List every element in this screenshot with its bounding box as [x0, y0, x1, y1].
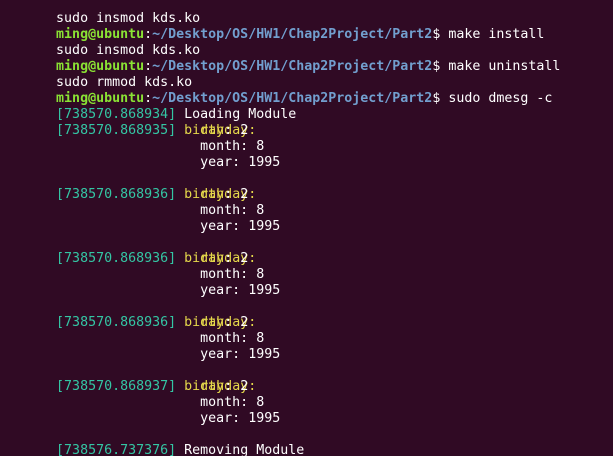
colon: : [224, 123, 233, 138]
field-line: day: 2 [8, 251, 560, 267]
year-value: 1995 [248, 219, 281, 234]
colon: : [240, 267, 249, 282]
field-line: month: 8 [8, 203, 560, 219]
prompt-symbol: $ [432, 91, 441, 106]
log-timestamp: [738570.868934] [56, 107, 177, 122]
month-value: 8 [256, 139, 265, 154]
terminal-line: sudo insmod kds.ko [8, 0, 560, 26]
colon: : [240, 395, 249, 410]
output-text: sudo rmmod kds.ko [56, 75, 193, 90]
prompt-user-host: ming@ubuntu [56, 59, 145, 74]
log-line: [738570.868936] birthday: [8, 235, 560, 266]
colon: : [224, 251, 233, 266]
output-text: sudo insmod kds.ko [56, 43, 201, 58]
terminal-output: sudo insmod kds.ko ming@ubuntu:~/Desktop… [8, 0, 560, 456]
field-line: year: 1995 [8, 283, 560, 299]
year-label: year [200, 347, 233, 362]
day-value: 2 [240, 315, 249, 330]
colon: : [232, 155, 241, 170]
field-line: day: 2 [8, 187, 560, 203]
month-label: month [200, 203, 241, 218]
day-label: day [200, 251, 225, 266]
day-value: 2 [240, 187, 249, 202]
year-label: year [200, 155, 233, 170]
prompt-path: ~/Desktop/OS/HW1/Chap2Project/Part2 [152, 91, 433, 106]
colon: : [240, 331, 249, 346]
month-label: month [200, 331, 241, 346]
log-line: [738570.868937] birthday: [8, 363, 560, 394]
day-value: 2 [240, 123, 249, 138]
colon: : [224, 379, 233, 394]
field-line: month: 8 [8, 331, 560, 347]
field-line: month: 8 [8, 139, 560, 155]
prompt-separator: : [144, 59, 153, 74]
prompt-separator: : [144, 27, 153, 42]
colon: : [224, 187, 233, 202]
log-message: Removing Module [184, 443, 305, 456]
year-value: 1995 [248, 347, 281, 362]
year-label: year [200, 283, 233, 298]
year-value: 1995 [248, 283, 281, 298]
month-value: 8 [256, 203, 265, 218]
colon: : [240, 203, 249, 218]
prompt-symbol: $ [432, 27, 441, 42]
colon: : [232, 411, 241, 426]
day-value: 2 [240, 379, 249, 394]
field-line: day: 2 [8, 379, 560, 395]
log-line: [738576.737376] Removing Module [8, 427, 560, 456]
field-line: year: 1995 [8, 219, 560, 235]
field-line: year: 1995 [8, 347, 560, 363]
colon: : [240, 139, 249, 154]
field-line: year: 1995 [8, 411, 560, 427]
prompt-user-host: ming@ubuntu [56, 91, 145, 106]
month-label: month [200, 267, 241, 282]
command-text: make uninstall [448, 59, 561, 74]
year-label: year [200, 411, 233, 426]
day-label: day [200, 123, 225, 138]
colon: : [232, 219, 241, 234]
log-line: [738570.868936] birthday: [8, 299, 560, 330]
command-text: sudo dmesg -c [448, 91, 553, 106]
day-label: day [200, 187, 225, 202]
year-value: 1995 [248, 155, 281, 170]
log-line: [738570.868936] birthday: [8, 171, 560, 202]
prompt-symbol: $ [432, 59, 441, 74]
field-line: year: 1995 [8, 155, 560, 171]
colon: : [232, 347, 241, 362]
prompt-separator: : [144, 91, 153, 106]
field-line: month: 8 [8, 395, 560, 411]
field-line: day: 2 [8, 315, 560, 331]
terminal-window[interactable]: sudo insmod kds.ko ming@ubuntu:~/Desktop… [0, 0, 613, 456]
month-label: month [200, 139, 241, 154]
month-value: 8 [256, 395, 265, 410]
month-value: 8 [256, 267, 265, 282]
day-label: day [200, 379, 225, 394]
field-line: month: 8 [8, 267, 560, 283]
prompt-path: ~/Desktop/OS/HW1/Chap2Project/Part2 [152, 59, 433, 74]
partial-line-text: sudo insmod kds.ko [56, 11, 201, 26]
year-value: 1995 [248, 411, 281, 426]
prompt-user-host: ming@ubuntu [56, 27, 145, 42]
log-timestamp: [738576.737376] [56, 443, 177, 456]
month-value: 8 [256, 331, 265, 346]
colon: : [224, 315, 233, 330]
month-label: month [200, 395, 241, 410]
prompt-path: ~/Desktop/OS/HW1/Chap2Project/Part2 [152, 27, 433, 42]
colon: : [232, 283, 241, 298]
field-line: day: 2 [8, 123, 560, 139]
log-message: Loading Module [184, 107, 297, 122]
year-label: year [200, 219, 233, 234]
day-value: 2 [240, 251, 249, 266]
command-text: make install [448, 27, 545, 42]
day-label: day [200, 315, 225, 330]
